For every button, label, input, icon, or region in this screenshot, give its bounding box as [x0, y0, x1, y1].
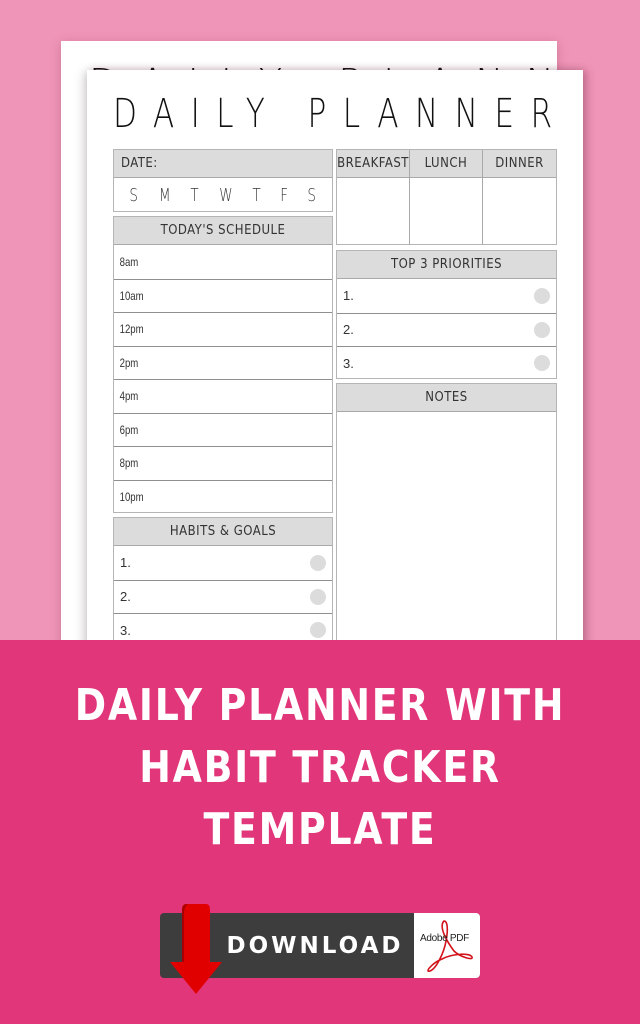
weekday[interactable]: T	[253, 185, 261, 206]
habit-number: 3.	[120, 622, 131, 638]
planner-page: DAILY PLANNER DATE: S M T W T F S TODAY'…	[87, 70, 583, 683]
schedule-box: TODAY'S SCHEDULE 8am 10am 12pm 2pm 4pm 6pm 8pm…	[113, 216, 333, 513]
schedule-time: 8pm	[119, 456, 139, 471]
checkbox-circle-icon[interactable]	[534, 287, 550, 304]
schedule-row[interactable]: 8pm	[114, 446, 332, 480]
meal-cell-dinner[interactable]	[483, 178, 556, 245]
date-label: DATE:	[114, 150, 332, 178]
habits-header: HABITS & GOALS	[114, 518, 332, 546]
schedule-row[interactable]: 2pm	[114, 345, 332, 380]
priorities-box: TOP 3 PRIORITIES 1. 2. 3.	[336, 250, 557, 379]
adobe-pdf-badge: Adobe PDF	[414, 913, 480, 978]
schedule-row[interactable]: 10am	[114, 278, 332, 313]
download-arrow-icon	[170, 904, 222, 994]
habit-row[interactable]: 1.	[114, 546, 332, 580]
headline-line: DAILY PLANNER WITH	[74, 680, 566, 731]
meal-header-breakfast: BREAKFAST	[337, 150, 410, 178]
priority-row[interactable]: 3.	[337, 346, 556, 380]
schedule-row[interactable]: 12pm	[114, 312, 332, 346]
checkbox-circle-icon[interactable]	[310, 554, 326, 571]
schedule-time: 10pm	[119, 489, 144, 504]
notes-header: NOTES	[337, 384, 556, 412]
headline-line: HABIT TRACKER	[139, 742, 501, 793]
schedule-row[interactable]: 8am	[114, 245, 332, 279]
checkbox-circle-icon[interactable]	[534, 321, 550, 338]
schedule-row[interactable]: 6pm	[114, 412, 332, 447]
habit-number: 2.	[120, 589, 131, 605]
habit-row[interactable]: 2.	[114, 579, 332, 614]
weekday[interactable]: W	[219, 185, 232, 206]
date-box: DATE: S M T W T F S	[113, 149, 333, 212]
weekday-row: S M T W T F S	[114, 178, 332, 212]
download-pdf-button[interactable]: DOWNLOAD Adobe PDF	[160, 904, 480, 994]
weekday[interactable]: T	[190, 185, 198, 206]
meal-header-lunch: LUNCH	[410, 150, 483, 178]
planner-title: DAILY PLANNER	[113, 91, 569, 137]
weekday[interactable]: M	[159, 185, 171, 206]
schedule-time: 6pm	[119, 422, 139, 437]
notes-box: NOTES	[336, 383, 557, 683]
schedule-row[interactable]: 10pm	[114, 479, 332, 514]
adobe-pdf-icon	[427, 920, 473, 973]
weekday[interactable]: S	[308, 185, 317, 206]
meal-header-dinner: DINNER	[483, 150, 556, 178]
checkbox-circle-icon[interactable]	[310, 622, 326, 639]
weekday[interactable]: S	[130, 185, 139, 206]
download-label: DOWNLOAD	[226, 932, 404, 959]
schedule-time: 12pm	[119, 322, 144, 337]
schedule-row[interactable]: 4pm	[114, 379, 332, 413]
meal-cell-lunch[interactable]	[410, 178, 483, 245]
priority-row[interactable]: 1.	[337, 279, 556, 313]
schedule-time: 4pm	[119, 389, 139, 404]
pdf-badge-label: Adobe PDF	[420, 933, 469, 944]
weekday[interactable]: F	[280, 185, 288, 206]
banner-headline: DAILY PLANNER WITH HABIT TRACKER TEMPLAT…	[0, 675, 640, 861]
promo-banner: DAILY PLANNER WITH HABIT TRACKER TEMPLAT…	[0, 640, 640, 1024]
checkbox-circle-icon[interactable]	[534, 355, 550, 372]
meals-table: BREAKFAST LUNCH DINNER	[336, 149, 557, 245]
checkbox-circle-icon[interactable]	[310, 588, 326, 605]
headline-line: TEMPLATE	[203, 804, 437, 855]
schedule-time: 10am	[119, 288, 144, 303]
priority-row[interactable]: 2.	[337, 312, 556, 347]
schedule-time: 2pm	[119, 355, 139, 370]
priorities-header: TOP 3 PRIORITIES	[337, 251, 556, 279]
schedule-header: TODAY'S SCHEDULE	[114, 217, 332, 245]
priority-number: 3.	[343, 355, 354, 371]
meal-cell-breakfast[interactable]	[337, 178, 410, 245]
priority-number: 1.	[343, 288, 354, 304]
priority-number: 2.	[343, 322, 354, 338]
habit-number: 1.	[120, 555, 131, 571]
schedule-time: 8am	[119, 254, 139, 269]
